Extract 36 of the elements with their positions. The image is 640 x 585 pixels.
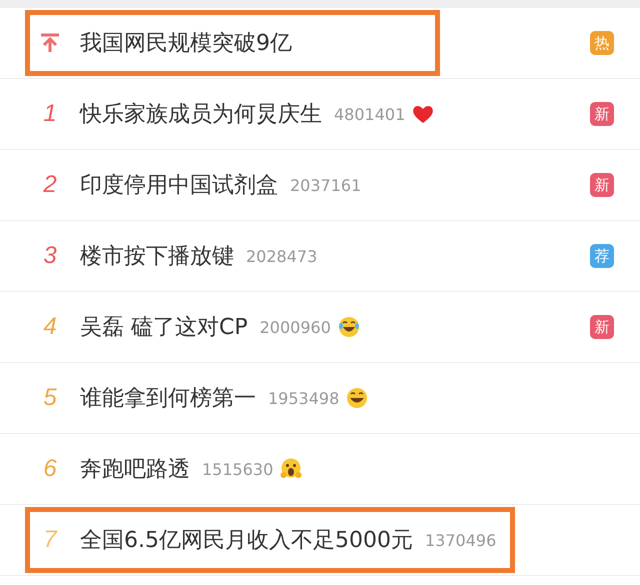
- topic-title[interactable]: 楼市按下播放键: [80, 241, 234, 271]
- shocked-icon: [279, 457, 304, 481]
- list-item[interactable]: 3 楼市按下播放键 2028473: [25, 223, 336, 289]
- laughing-tears-icon: [336, 315, 361, 339]
- list-item[interactable]: 5 谁能拿到何榜第一 1953498: [25, 365, 388, 431]
- topic-title[interactable]: 我国网民规模突破9亿: [80, 28, 292, 58]
- list-item[interactable]: 6 奔跑吧路透 1515630: [25, 436, 322, 502]
- heat-count: 2000960: [260, 318, 331, 336]
- rank-number: 1: [43, 100, 57, 128]
- topic-title[interactable]: 快乐家族成员为何炅庆生: [80, 99, 322, 129]
- rank-number: 7: [43, 526, 57, 554]
- topic-badge: 荐: [590, 244, 614, 268]
- topic-title[interactable]: 谁能拿到何榜第一: [80, 383, 256, 413]
- heat-count: 2037161: [290, 176, 362, 194]
- rank-number: 5: [43, 384, 57, 412]
- topic-title[interactable]: 奔跑吧路透: [80, 454, 190, 484]
- rank-number: 3: [43, 242, 57, 270]
- topic-badge: 新: [590, 102, 614, 126]
- rank-number: 6: [43, 455, 57, 483]
- heat-count: 1953498: [268, 388, 340, 408]
- heat-count: 1515630: [202, 460, 274, 478]
- rank-number: 2: [43, 171, 57, 199]
- topic-badge: 新: [590, 173, 614, 197]
- list-item[interactable]: 4 吴磊 磕了这对CP 2000960: [25, 294, 380, 360]
- list-item[interactable]: 2 印度停用中国试剂盒 2037161: [25, 152, 380, 218]
- heat-count: 4801401: [334, 104, 406, 124]
- list-item[interactable]: 1 快乐家族成员为何炅庆生 4801401: [25, 81, 454, 147]
- topic-title[interactable]: 吴磊 磕了这对CP: [80, 312, 248, 342]
- rank-number: 4: [43, 313, 57, 341]
- heat-count: 2028473: [246, 246, 318, 266]
- topic-badge: 新: [590, 315, 614, 339]
- heat-count: 1370496: [424, 530, 496, 550]
- topic-title[interactable]: 全国6.5亿网民月收入不足5000元: [80, 525, 413, 555]
- topic-title[interactable]: 印度停用中国试剂盒: [80, 170, 278, 200]
- laughing-icon: [345, 386, 370, 410]
- topic-badge: 热: [590, 31, 614, 55]
